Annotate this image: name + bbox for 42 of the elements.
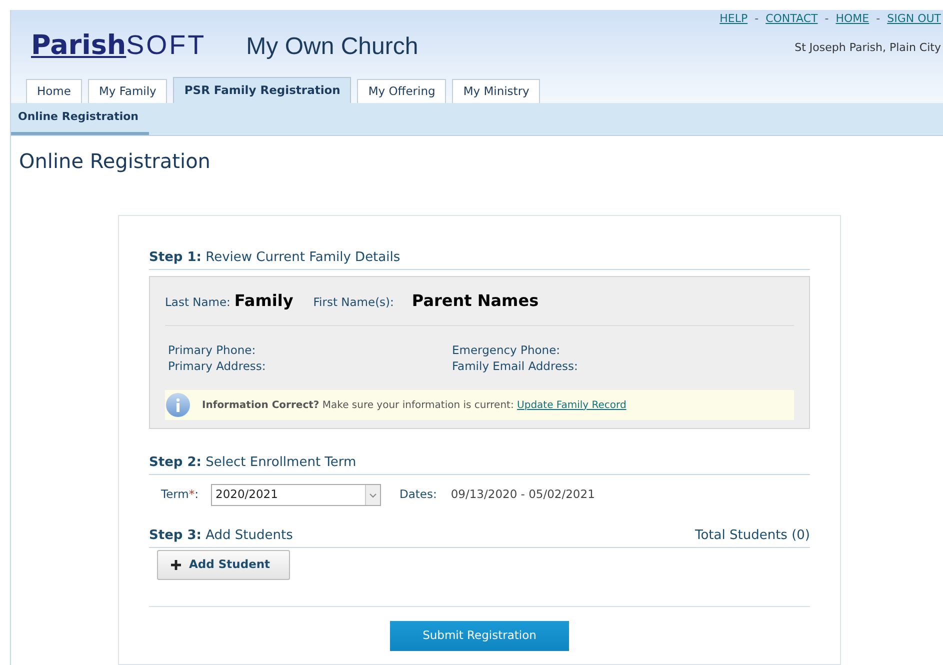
total-students: Total Students (0): [695, 527, 810, 545]
field-label: Last Name:: [165, 294, 230, 311]
parishsoft-logo: ParishSOFT: [31, 32, 206, 59]
field-label: Family Email Address:: [452, 358, 579, 374]
field-label: Term: [161, 486, 189, 504]
step-heading: Step 3: Add Students: [149, 527, 293, 545]
nav-tab[interactable]: My Family: [88, 79, 168, 103]
step-heading: Step 2: Select Enrollment Term: [149, 455, 356, 470]
nav-tab[interactable]: My Offering: [357, 79, 446, 103]
term-dates: 09/13/2020 - 05/02/2021: [450, 486, 595, 504]
caret-icon: [368, 492, 376, 498]
page-title: Online Registration: [19, 148, 212, 175]
update-record-link[interactable]: Update Family Record: [517, 400, 626, 410]
subnav-tab[interactable]: Online Registration: [11, 103, 149, 135]
header-link[interactable]: CONTACT: [766, 11, 818, 28]
last-name-value: Family: [234, 290, 294, 312]
info-icon: [166, 393, 190, 417]
field-label: Primary Phone:: [168, 342, 257, 358]
field-label: Primary Address:: [168, 358, 267, 374]
field-label: Dates:: [400, 486, 437, 504]
add-student-button[interactable]: Add Student: [157, 550, 290, 580]
field-label-colon: :: [194, 486, 198, 504]
nav-tab[interactable]: PSR Family Registration: [173, 77, 352, 103]
link-separator: -: [824, 11, 829, 27]
header-link[interactable]: HELP: [720, 11, 748, 28]
header-link[interactable]: HOME: [836, 11, 870, 28]
parish-name: St Joseph Parish, Plain City: [794, 40, 941, 56]
nav-tab[interactable]: My Ministry: [452, 79, 540, 103]
field-label: First Name(s):: [313, 294, 394, 311]
submit-registration-button[interactable]: Submit Registration: [390, 620, 569, 650]
first-name-value: Parent Names: [412, 290, 539, 312]
required-mark: *: [188, 486, 195, 504]
header-link[interactable]: SIGN OUT: [887, 11, 941, 28]
step-heading: Step 1: Review Current Family Details: [149, 250, 400, 265]
site-title: My Own Church: [246, 35, 418, 59]
link-separator: -: [754, 11, 759, 27]
field-label: Emergency Phone:: [452, 342, 562, 358]
plus-icon: [171, 560, 181, 570]
nav-tab[interactable]: Home: [26, 79, 82, 103]
info-message: Information Correct? Make sure your information is current: Update Family Record: [202, 398, 626, 412]
term-select[interactable]: 2020/2021: [210, 484, 380, 506]
link-separator: -: [876, 11, 880, 27]
